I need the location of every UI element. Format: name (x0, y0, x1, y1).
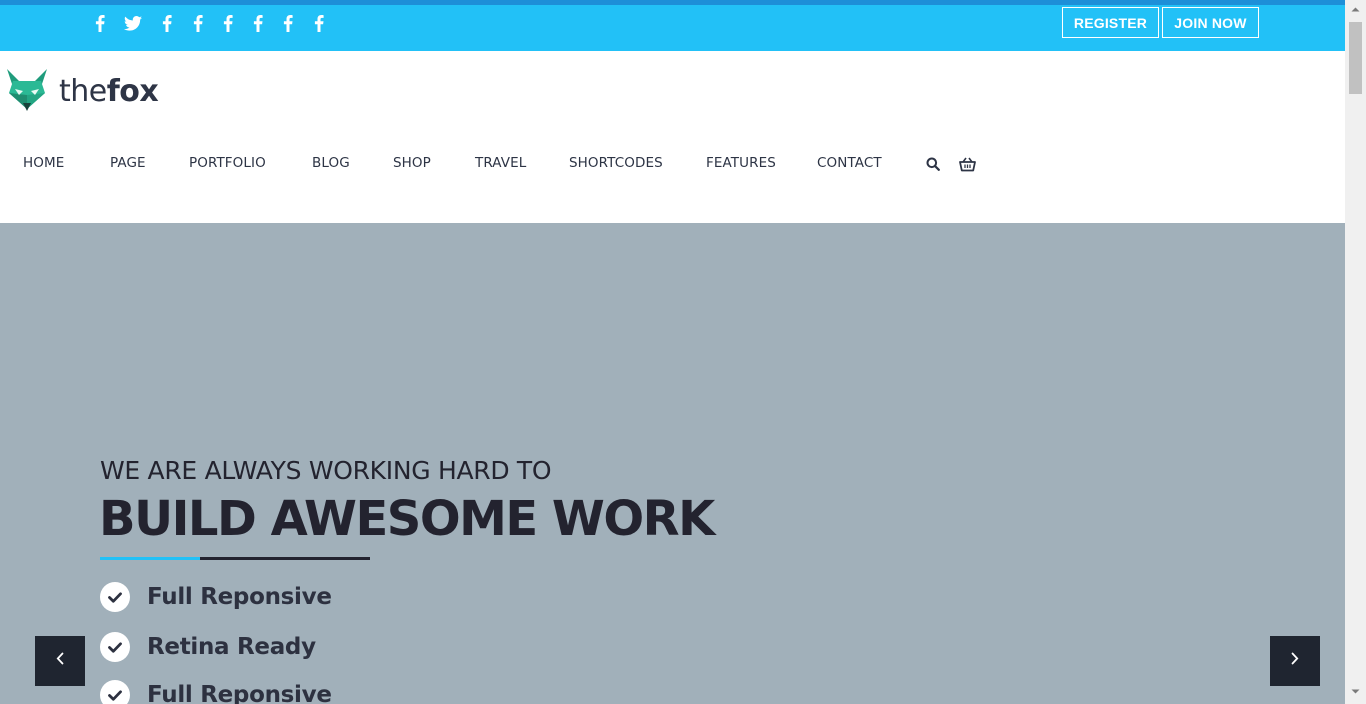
hero-subtitle: WE ARE ALWAYS WORKING HARD TO (100, 456, 552, 485)
fox-logo-icon (5, 65, 49, 118)
nav-item-shop[interactable]: SHOP (393, 155, 431, 171)
scroll-down-arrow-icon[interactable] (1345, 683, 1366, 700)
hero-slider: WE ARE ALWAYS WORKING HARD TO BUILD AWES… (0, 223, 1345, 704)
hero-divider (200, 557, 370, 560)
facebook-icon[interactable] (307, 12, 331, 34)
scrollbar[interactable] (1345, 0, 1366, 704)
chevron-left-icon (56, 652, 64, 670)
check-circle-icon (100, 632, 130, 662)
hero-divider-accent (100, 557, 200, 560)
register-button[interactable]: REGISTER (1062, 7, 1159, 38)
search-icon[interactable] (926, 157, 940, 176)
nav-item-shortcodes[interactable]: SHORTCODES (569, 155, 663, 171)
chevron-right-icon (1291, 652, 1299, 670)
nav-item-page[interactable]: PAGE (110, 155, 146, 171)
nav-item-portfolio[interactable]: PORTFOLIO (189, 155, 266, 171)
hero-title: BUILD AWESOME WORK (99, 491, 715, 547)
page: REGISTER JOIN NOW thefox HOME PAGE PORTF… (0, 0, 1345, 704)
facebook-icon[interactable] (216, 12, 240, 34)
logo-wordmark: thefox (59, 73, 159, 109)
join-now-button[interactable]: JOIN NOW (1162, 7, 1259, 38)
feature-item: Full Reponsive (100, 680, 332, 704)
scrollbar-thumb[interactable] (1349, 22, 1362, 94)
scroll-up-arrow-icon[interactable] (1345, 0, 1366, 17)
feature-label: Full Reponsive (147, 682, 332, 704)
basket-icon[interactable] (959, 157, 976, 177)
twitter-icon[interactable] (121, 12, 145, 34)
slider-next-button[interactable] (1270, 636, 1320, 686)
nav-item-travel[interactable]: TRAVEL (475, 155, 526, 171)
nav-item-features[interactable]: FEATURES (706, 155, 776, 171)
nav-item-contact[interactable]: CONTACT (817, 155, 882, 171)
feature-item: Retina Ready (100, 632, 316, 662)
facebook-icon[interactable] (186, 12, 210, 34)
facebook-icon[interactable] (276, 12, 300, 34)
feature-item: Full Reponsive (100, 582, 332, 612)
site-logo[interactable]: thefox (5, 65, 159, 118)
facebook-icon[interactable] (155, 12, 179, 34)
facebook-icon[interactable] (88, 12, 112, 34)
nav-item-home[interactable]: HOME (23, 155, 64, 171)
feature-label: Retina Ready (147, 634, 316, 660)
check-circle-icon (100, 680, 130, 704)
feature-label: Full Reponsive (147, 584, 332, 610)
slider-prev-button[interactable] (35, 636, 85, 686)
facebook-icon[interactable] (246, 12, 270, 34)
nav-item-blog[interactable]: BLOG (312, 155, 350, 171)
check-circle-icon (100, 582, 130, 612)
